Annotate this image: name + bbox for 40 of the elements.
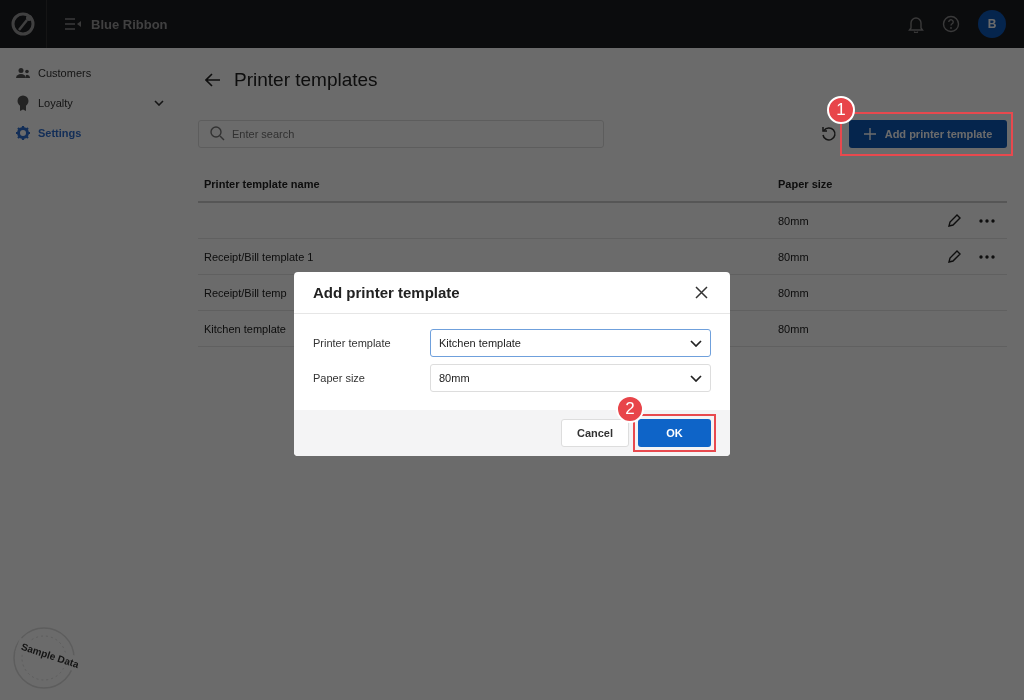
ok-button[interactable]: OK [638, 419, 711, 447]
back-arrow-icon[interactable] [205, 73, 221, 87]
table-cell: 80mm [778, 322, 809, 335]
chevron-down-icon [690, 374, 702, 382]
chevron-down-icon [690, 339, 702, 347]
award-icon [16, 95, 30, 111]
table-cell: 80mm [778, 250, 809, 263]
step-badge: 2 [616, 395, 644, 423]
dropdown[interactable]: Kitchen template [430, 329, 711, 357]
close-icon[interactable] [695, 286, 708, 299]
dialog-title: Add printer template [313, 284, 460, 301]
table-cell: 80mm [778, 214, 809, 227]
logo-icon [10, 11, 36, 37]
refresh-icon[interactable] [821, 126, 837, 142]
plus-icon [863, 128, 876, 140]
column-header: Printer template name [203, 177, 321, 190]
page-title: Printer templates [234, 69, 378, 91]
more-icon[interactable] [979, 218, 995, 223]
table-cell: Receipt/Bill temp [204, 286, 287, 299]
dropdown[interactable]: 80mm [430, 364, 711, 392]
field-label: Paper size [313, 372, 366, 384]
field-label: Printer template [313, 337, 392, 349]
pencil-icon[interactable] [947, 249, 961, 264]
avatar[interactable]: B [978, 10, 1006, 38]
table-cell: Receipt/Bill template 1 [204, 250, 314, 263]
pencil-icon[interactable] [947, 213, 961, 228]
add-printer-template-button[interactable]: Add printer template [849, 120, 1007, 148]
search-field[interactable]: Enter search [198, 120, 604, 148]
more-icon[interactable] [979, 254, 995, 259]
gear-icon [16, 126, 30, 140]
column-header: Paper size [778, 177, 834, 190]
search-icon [210, 126, 225, 141]
cancel-button[interactable]: Cancel [561, 419, 629, 447]
people-icon [16, 67, 30, 79]
table-cell: Kitchen template [204, 322, 286, 335]
step-badge: 1 [827, 96, 855, 124]
sidebar-item[interactable]: Loyalty [0, 88, 180, 118]
sidebar-item[interactable]: Customers [0, 58, 180, 88]
table-cell: 80mm [778, 286, 809, 299]
sidebar-item[interactable]: Settings [0, 118, 180, 148]
